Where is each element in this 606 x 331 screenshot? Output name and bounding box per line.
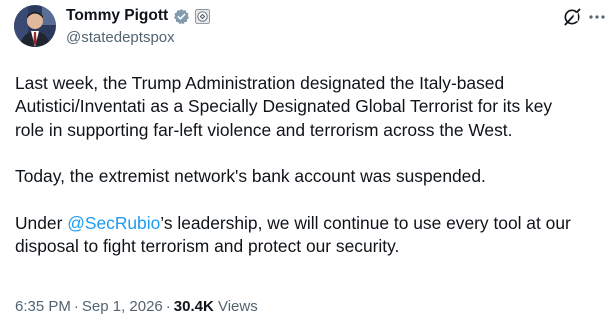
- grok-icon[interactable]: [562, 7, 582, 27]
- tweet-card: Tommy Pigott @statedeptspox Last week, t…: [0, 0, 606, 331]
- government-seal-icon[interactable]: [195, 8, 211, 24]
- name-row: Tommy Pigott: [66, 6, 211, 26]
- tweet-paragraph-3: Under @SecRubio’s leadership, we will co…: [15, 212, 600, 259]
- meta-separator: ·: [165, 298, 171, 315]
- author-handle[interactable]: @statedeptspox: [66, 29, 210, 46]
- tweet-time[interactable]: 6:35 PM: [15, 298, 71, 315]
- tweet-meta: 6:35 PM · Sep 1, 2026 · 30.4K Views: [15, 298, 258, 315]
- author-display-name[interactable]: Tommy Pigott: [66, 7, 168, 25]
- views-count: 30.4K: [173, 298, 214, 315]
- meta-separator: ·: [73, 298, 79, 315]
- tweet-date[interactable]: Sep 1, 2026: [82, 298, 163, 315]
- avatar[interactable]: [14, 5, 56, 47]
- views-label: Views: [217, 298, 258, 315]
- tweet-paragraph-1: Last week, the Trump Administration desi…: [15, 73, 553, 140]
- tweet-text: Last week, the Trump Administration desi…: [15, 72, 600, 282]
- more-options-icon[interactable]: [588, 10, 606, 24]
- verified-badge-icon[interactable]: [173, 8, 190, 25]
- tweet-paragraph-2: Today, the extremist network's bank acco…: [15, 166, 486, 187]
- mention-link[interactable]: @SecRubio: [67, 213, 160, 233]
- author-header: Tommy Pigott @statedeptspox: [66, 6, 211, 46]
- paragraph-3-prefix: Under: [15, 212, 68, 233]
- avatar-image: [14, 5, 56, 47]
